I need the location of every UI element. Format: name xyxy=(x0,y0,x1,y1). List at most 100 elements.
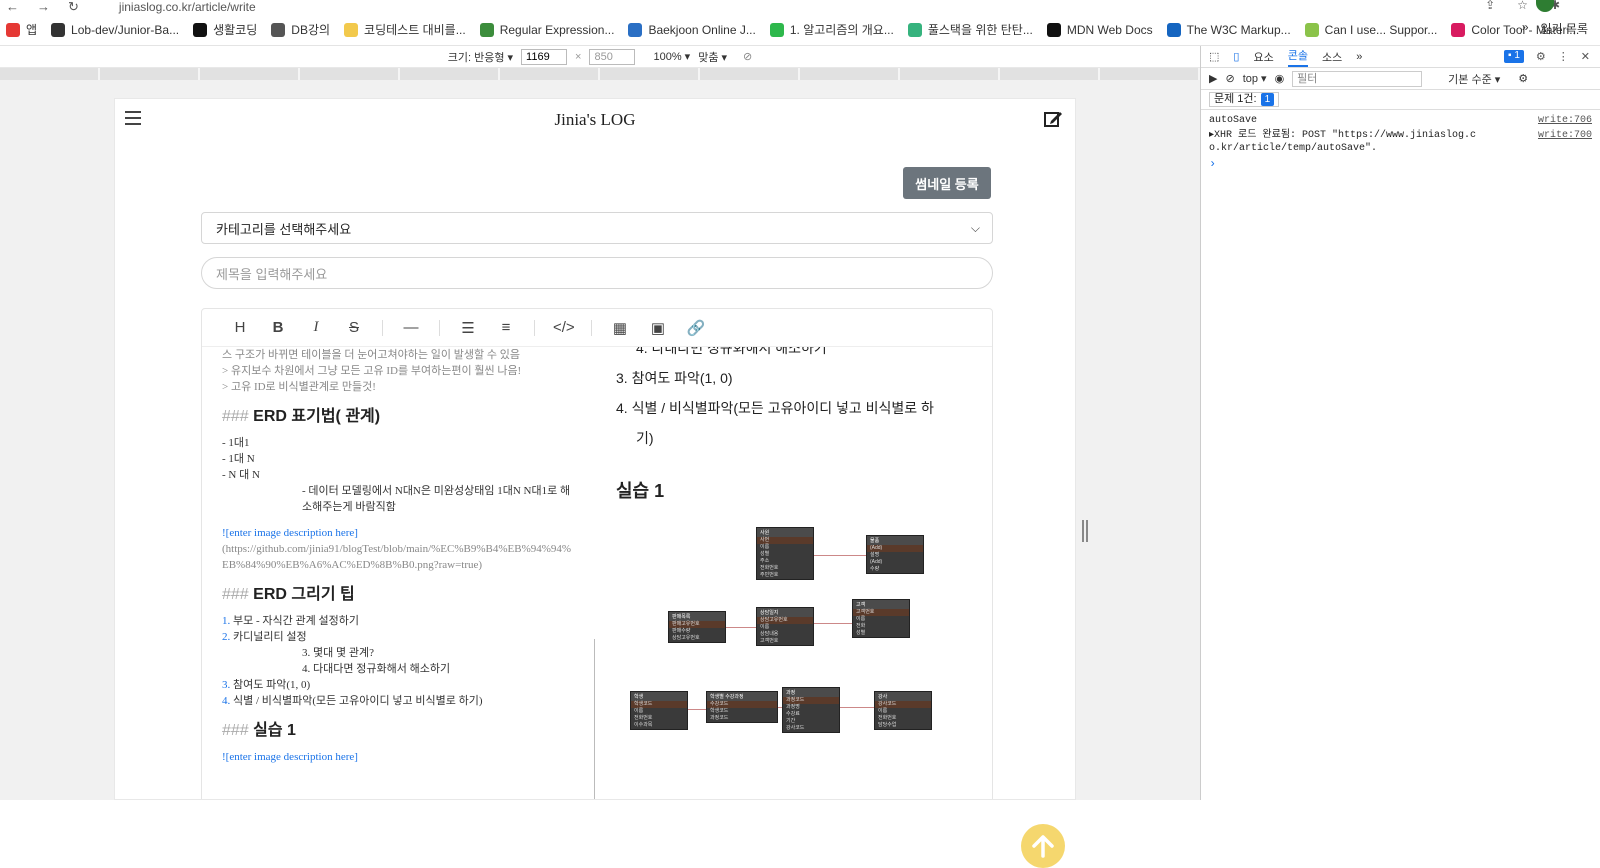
bookmark-item[interactable]: The W3C Markup... xyxy=(1166,22,1291,37)
bold-icon[interactable]: B xyxy=(268,319,288,336)
heading-icon[interactable]: H xyxy=(230,319,250,336)
sidebar-toggle-icon[interactable]: ▶ xyxy=(1209,72,1217,85)
bookmark-item[interactable]: MDN Web Docs xyxy=(1046,22,1153,37)
erd-column: 이름 xyxy=(760,544,770,550)
ruler-segment[interactable] xyxy=(1000,68,1100,80)
ruler-segment[interactable] xyxy=(500,68,600,80)
eye-icon[interactable]: ◉ xyxy=(1275,72,1285,85)
erd-column: 강사코드 xyxy=(875,701,931,708)
edit-icon[interactable] xyxy=(1043,109,1063,129)
console-log-line: ▸XHR 로드 완료됨: POST "https://www.jiniaslog… xyxy=(1209,129,1592,155)
image-icon[interactable]: ▣ xyxy=(648,319,668,337)
ordered-list-icon[interactable]: ≡ xyxy=(496,319,516,336)
bookmark-item[interactable]: 풀스택을 위한 탄탄... xyxy=(907,21,1033,38)
strike-icon[interactable]: S xyxy=(344,319,364,336)
log-source-link[interactable]: write:700 xyxy=(1538,129,1592,155)
bookmark-item[interactable]: 앱 xyxy=(6,21,37,38)
filter-input[interactable]: 필터 xyxy=(1292,70,1423,87)
width-input[interactable] xyxy=(521,48,568,65)
reading-list[interactable]: 읽기 목록 xyxy=(1541,20,1589,37)
bullet-list-icon[interactable]: ☰ xyxy=(458,319,478,337)
erd-column: 고객번호 xyxy=(853,609,909,616)
inspect-icon[interactable]: ⬚ xyxy=(1209,50,1219,63)
ruler-segment[interactable] xyxy=(100,68,200,80)
share-icon[interactable]: ⇪ xyxy=(1485,0,1495,11)
zoom-select[interactable]: 100% ▾ xyxy=(653,50,690,63)
bookmark-favicon-icon xyxy=(479,22,494,37)
tab-console[interactable]: 콘솔 xyxy=(1287,47,1308,67)
tab-sources[interactable]: 소스 xyxy=(1322,49,1342,65)
bookmark-item[interactable]: 코딩테스트 대비를... xyxy=(344,21,466,38)
markdown-source-pane[interactable]: 스 구조가 바뀌면 테이블을 더 눈어고쳐야하는 일이 발생할 수 있음 > 유… xyxy=(202,347,594,799)
erd-column: 수량 xyxy=(870,566,880,572)
bookmark-favicon-icon xyxy=(769,22,784,37)
ruler-segment[interactable] xyxy=(300,68,400,80)
erd-table-name: 강사 xyxy=(875,692,931,701)
size-select[interactable]: 크기: 반응형 ▾ xyxy=(448,49,513,65)
ruler-segment[interactable] xyxy=(700,68,800,80)
close-icon[interactable]: ✕ xyxy=(1581,50,1590,63)
ruler-segment[interactable] xyxy=(0,68,100,80)
media-query-ruler[interactable] xyxy=(0,68,1200,80)
erd-column: 과정코드 xyxy=(710,715,729,721)
rotate-icon[interactable]: ⊘ xyxy=(743,50,752,63)
bookmark-item[interactable]: Regular Expression... xyxy=(479,22,614,37)
bookmark-favicon-icon xyxy=(344,22,359,37)
tab-elements[interactable]: 요소 xyxy=(1253,49,1273,65)
md-heading: ### ERD 표기법( 관계) xyxy=(222,408,381,425)
title-input[interactable]: 제목을 입력해주세요 xyxy=(201,257,993,289)
ruler-segment[interactable] xyxy=(200,68,300,80)
ruler-segment[interactable] xyxy=(600,68,700,80)
fit-select[interactable]: 맞춤 ▾ xyxy=(698,49,727,65)
bookmark-item[interactable]: 1. 알고리즘의 개요... xyxy=(769,21,894,38)
more-tabs-icon[interactable]: » xyxy=(1356,51,1362,63)
back-icon[interactable]: ← xyxy=(6,0,19,13)
bookmark-item[interactable]: Can I use... Suppor... xyxy=(1304,22,1437,37)
hamburger-menu-icon[interactable] xyxy=(125,111,141,125)
settings-icon[interactable]: ⚙ xyxy=(1518,72,1528,85)
bookmark-item[interactable]: DB강의 xyxy=(271,21,330,38)
log-source-link[interactable]: write:706 xyxy=(1538,114,1592,127)
bookmark-item[interactable]: 생활코딩 xyxy=(193,21,257,38)
bookmark-item[interactable]: Lob-dev/Junior-Ba... xyxy=(51,22,179,37)
thumbnail-upload-button[interactable]: 썸네일 등록 xyxy=(903,167,991,199)
code-icon[interactable]: </> xyxy=(553,319,575,336)
md-heading: ### ERD 그리기 팁 xyxy=(222,586,355,603)
star-icon[interactable]: ☆ xyxy=(1517,0,1528,11)
bookmark-item[interactable]: Baekjoon Online J... xyxy=(628,22,756,37)
md-heading: ### 실습 1 xyxy=(222,722,296,739)
ruler-segment[interactable] xyxy=(1100,68,1200,80)
erd-column: 수강코드 xyxy=(707,701,777,708)
issues-badge[interactable]: ▪ 1 xyxy=(1504,50,1524,63)
gear-icon[interactable]: ⚙ xyxy=(1536,50,1546,63)
erd-column: 전화 xyxy=(856,623,866,629)
erd-column: 상담고유번호 xyxy=(757,617,813,624)
log-text: ▸XHR 로드 완료됨: POST "https://www.jiniaslog… xyxy=(1209,130,1477,154)
address-bar[interactable]: jiniaslog.co.kr/article/write xyxy=(119,1,256,13)
log-level-select[interactable]: 기본 수준 ▾ xyxy=(1448,71,1500,87)
horizontal-rule-icon[interactable]: — xyxy=(401,319,421,336)
md-line: 4. 다대다면 정규화해서 해소하기 xyxy=(302,663,451,675)
height-input[interactable] xyxy=(589,48,636,65)
kebab-menu-icon[interactable]: ⋮ xyxy=(1558,50,1569,63)
issues-button[interactable]: 문제 1건: 1 xyxy=(1209,92,1280,107)
reload-icon[interactable]: ↻ xyxy=(68,0,79,13)
ruler-segment[interactable] xyxy=(900,68,1000,80)
device-toggle-icon[interactable]: ▯ xyxy=(1233,50,1239,63)
ruler-segment[interactable] xyxy=(800,68,900,80)
category-select[interactable]: 카테고리를 선택해주세요 ⌵ xyxy=(201,212,993,244)
forward-icon[interactable]: → xyxy=(37,0,50,13)
context-select[interactable]: top ▾ xyxy=(1243,72,1267,85)
scroll-to-top-button[interactable] xyxy=(1021,824,1065,868)
italic-icon[interactable]: I xyxy=(306,319,326,336)
bookmarks-more[interactable]: » xyxy=(1522,20,1529,37)
erd-table-name: 판매목록 xyxy=(669,612,725,621)
link-icon[interactable]: 🔗 xyxy=(686,319,706,337)
clear-console-icon[interactable]: ⊘ xyxy=(1225,72,1234,85)
ruler-segment[interactable] xyxy=(400,68,500,80)
resize-handle[interactable] xyxy=(1082,520,1088,542)
console-prompt[interactable]: › xyxy=(1209,157,1592,171)
bookmark-favicon-icon xyxy=(1451,22,1466,37)
table-icon[interactable]: ▦ xyxy=(610,319,630,337)
blog-title[interactable]: Jinia's LOG xyxy=(555,110,636,130)
